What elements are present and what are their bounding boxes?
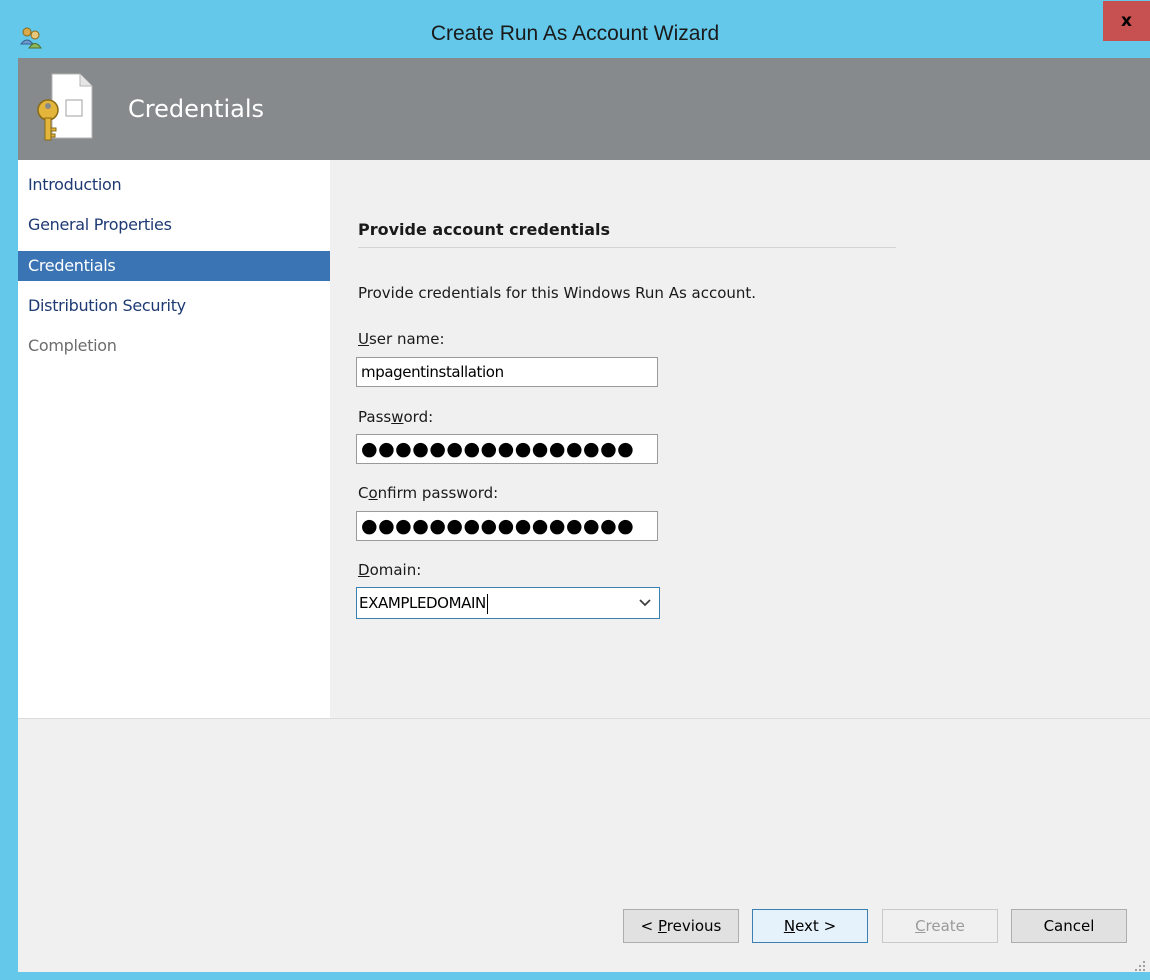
window-title: Create Run As Account Wizard <box>430 22 720 45</box>
close-icon: x <box>1121 11 1132 31</box>
previous-post: revious <box>666 917 722 935</box>
close-button[interactable]: x <box>1103 1 1150 41</box>
section-title: Provide account credentials <box>358 220 611 239</box>
title-bar[interactable]: Create Run As Account Wizard x <box>0 0 1150 58</box>
nav-item-distribution-security[interactable]: Distribution Security <box>18 291 330 321</box>
resize-grip-icon[interactable] <box>1134 960 1146 972</box>
nav-item-completion: Completion <box>28 336 117 355</box>
cancel-button[interactable]: Cancel <box>1011 909 1127 943</box>
create-post: reate <box>925 917 965 935</box>
username-label-accel: U <box>358 330 369 348</box>
next-button[interactable]: Next > <box>752 909 868 943</box>
confirm-label-accel: o <box>368 484 378 502</box>
page-header: Credentials <box>18 58 1150 160</box>
wizard-steps-nav: Introduction General Properties Credenti… <box>18 160 330 718</box>
password-input[interactable]: ●●●●●●●●●●●●●●●● <box>356 434 658 464</box>
description-text: Provide credentials for this Windows Run… <box>358 284 757 302</box>
confirm-password-input[interactable]: ●●●●●●●●●●●●●●●● <box>356 511 658 541</box>
nav-item-general-properties[interactable]: General Properties <box>18 210 330 240</box>
domain-label-text: omain: <box>369 561 422 579</box>
next-accel: N <box>783 917 796 935</box>
next-post: ext > <box>795 917 837 935</box>
wizard-window: Create Run As Account Wizard x Credentia… <box>0 0 1150 980</box>
username-label-text: ser name: <box>368 330 445 348</box>
domain-combobox[interactable]: EXAMPLEDOMAIN <box>356 587 660 619</box>
previous-pre: < <box>640 917 658 935</box>
username-input[interactable]: mpagentinstallation <box>356 357 658 387</box>
previous-button[interactable]: < Previous <box>623 909 739 943</box>
chevron-down-icon[interactable] <box>639 598 651 608</box>
text-caret <box>486 593 488 614</box>
confirm-label-post: nfirm password: <box>377 484 499 502</box>
password-label: Password: <box>358 408 433 426</box>
section-divider <box>358 247 896 248</box>
password-label-post: ord: <box>403 408 434 426</box>
confirm-label-pre: C <box>358 484 369 502</box>
create-button: Create <box>882 909 998 943</box>
page-title: Credentials <box>128 95 265 123</box>
domain-label: Domain: <box>358 561 421 579</box>
password-label-accel: w <box>391 408 404 426</box>
nav-item-introduction[interactable]: Introduction <box>18 170 330 200</box>
password-label-pre: Pass <box>358 408 392 426</box>
nav-item-credentials[interactable]: Credentials <box>18 251 330 281</box>
create-accel: C <box>915 917 926 935</box>
key-document-icon <box>37 73 93 141</box>
confirm-password-label: Confirm password: <box>358 484 498 502</box>
domain-label-accel: D <box>358 561 370 579</box>
domain-value: EXAMPLEDOMAIN <box>359 594 486 612</box>
username-label: User name: <box>358 330 445 348</box>
credentials-panel: Provide account credentials Provide cred… <box>330 160 1150 718</box>
previous-accel: P <box>657 917 667 935</box>
